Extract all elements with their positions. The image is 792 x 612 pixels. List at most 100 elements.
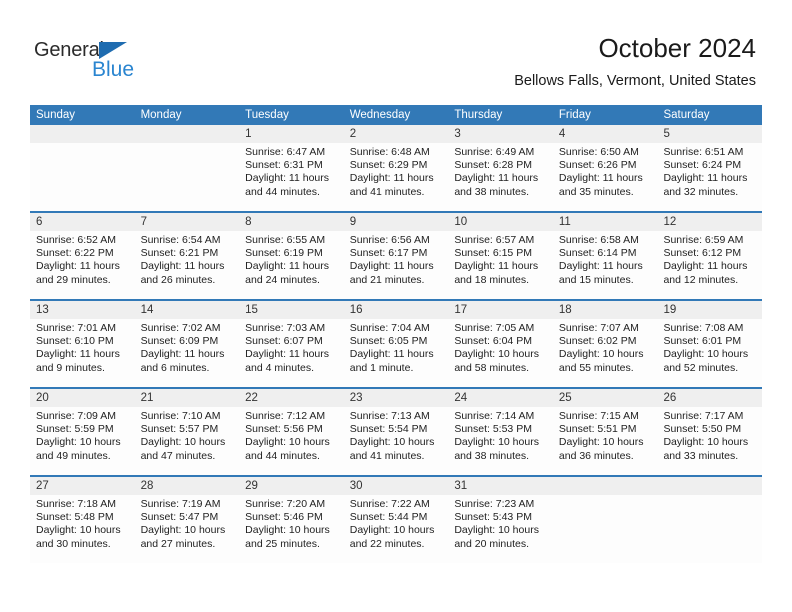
- daylight-text-line1: Daylight: 11 hours: [558, 172, 643, 185]
- day-cell[interactable]: Sunrise: 7:17 AM Sunset: 5:50 PM Daylight:…: [657, 407, 762, 475]
- sunset-text: Sunset: 6:02 PM: [558, 335, 637, 348]
- day-cell[interactable]: Sunrise: 6:59 AM Sunset: 6:12 PM Daylight:…: [657, 231, 762, 299]
- day-number[interactable]: 31: [448, 477, 553, 495]
- day-number[interactable]: 21: [135, 389, 240, 407]
- day-number[interactable]: 29: [239, 477, 344, 495]
- day-cell[interactable]: Sunrise: 7:20 AM Sunset: 5:46 PM Daylight:…: [239, 495, 344, 563]
- sunset-text: Sunset: 5:46 PM: [245, 511, 323, 524]
- daylight-text-line2: and 12 minutes.: [663, 273, 739, 286]
- sunrise-text: Sunrise: 6:50 AM: [558, 146, 639, 158]
- day-number[interactable]: 25: [553, 389, 658, 407]
- daylight-text-line1: Daylight: 10 hours: [663, 436, 749, 449]
- day-number[interactable]: 20: [30, 389, 135, 407]
- sunset-text: Sunset: 6:21 PM: [140, 247, 219, 260]
- day-number[interactable]: 15: [239, 301, 344, 319]
- daylight-text-line1: Daylight: 10 hours: [245, 436, 330, 449]
- weekday-header-sunday: Sunday: [36, 109, 76, 121]
- day-cell[interactable]: Sunrise: 6:50 AM Sunset: 6:26 PM Daylight:…: [553, 143, 658, 211]
- day-number[interactable]: 17: [448, 301, 553, 319]
- sunset-text: Sunset: 5:59 PM: [36, 423, 114, 436]
- day-cell[interactable]: Sunrise: 7:02 AM Sunset: 6:09 PM Daylight:…: [135, 319, 240, 387]
- day-number[interactable]: 7: [135, 213, 240, 231]
- daylight-text-line1: Daylight: 10 hours: [36, 524, 121, 537]
- day-cell[interactable]: Sunrise: 6:57 AM Sunset: 6:15 PM Daylight:…: [448, 231, 553, 299]
- day-cell[interactable]: Sunrise: 6:51 AM Sunset: 6:24 PM Daylight:…: [657, 143, 762, 211]
- day-number[interactable]: 12: [657, 213, 762, 231]
- day-cell[interactable]: Sunrise: 7:09 AM Sunset: 5:59 PM Daylight:…: [30, 407, 135, 475]
- day-number[interactable]: 3: [448, 125, 553, 143]
- day-number[interactable]: 27: [30, 477, 135, 495]
- day-number[interactable]: 2: [344, 125, 449, 143]
- day-cell[interactable]: Sunrise: 7:15 AM Sunset: 5:51 PM Daylight:…: [553, 407, 658, 475]
- day-number-empty: [657, 477, 762, 495]
- day-number[interactable]: 9: [344, 213, 449, 231]
- week-detail-band: Sunrise: 6:52 AM Sunset: 6:22 PM Daylight:…: [30, 231, 762, 299]
- day-cell[interactable]: Sunrise: 7:05 AM Sunset: 6:04 PM Daylight:…: [448, 319, 553, 387]
- day-cell[interactable]: Sunrise: 6:54 AM Sunset: 6:21 PM Daylight:…: [135, 231, 240, 299]
- sunset-text: Sunset: 6:07 PM: [245, 335, 323, 348]
- day-cell[interactable]: Sunrise: 6:58 AM Sunset: 6:14 PM Daylight:…: [553, 231, 658, 299]
- sunrise-text: Sunrise: 7:23 AM: [454, 498, 535, 510]
- day-cell[interactable]: Sunrise: 7:18 AM Sunset: 5:48 PM Daylight:…: [30, 495, 135, 563]
- day-number[interactable]: 22: [239, 389, 344, 407]
- daylight-text-line1: Daylight: 10 hours: [558, 436, 644, 449]
- sunset-text: Sunset: 5:51 PM: [558, 423, 637, 436]
- daylight-text-line2: and 55 minutes.: [558, 361, 634, 374]
- day-number[interactable]: 30: [344, 477, 449, 495]
- day-number[interactable]: 10: [448, 213, 553, 231]
- day-number[interactable]: 1: [239, 125, 344, 143]
- day-number[interactable]: 23: [344, 389, 449, 407]
- day-cell[interactable]: Sunrise: 7:03 AM Sunset: 6:07 PM Daylight:…: [239, 319, 344, 387]
- day-cell[interactable]: Sunrise: 6:55 AM Sunset: 6:19 PM Daylight:…: [239, 231, 344, 299]
- day-cell[interactable]: Sunrise: 7:14 AM Sunset: 5:53 PM Daylight:…: [448, 407, 553, 475]
- day-cell[interactable]: Sunrise: 6:49 AM Sunset: 6:28 PM Daylight:…: [448, 143, 553, 211]
- day-cell[interactable]: Sunrise: 7:08 AM Sunset: 6:01 PM Daylight:…: [657, 319, 762, 387]
- daylight-text-line2: and 35 minutes.: [558, 185, 634, 198]
- daylight-text-line1: Daylight: 11 hours: [454, 172, 539, 185]
- week-daynumber-band: 12345: [30, 125, 762, 143]
- day-number[interactable]: 11: [553, 213, 658, 231]
- day-cell[interactable]: Sunrise: 7:10 AM Sunset: 5:57 PM Daylight:…: [135, 407, 240, 475]
- weekday-header-thursday: Thursday: [454, 109, 503, 121]
- sunset-text: Sunset: 5:50 PM: [663, 423, 742, 436]
- day-number[interactable]: 14: [135, 301, 240, 319]
- page-title: October 2024: [598, 33, 756, 63]
- day-cell[interactable]: Sunrise: 7:22 AM Sunset: 5:44 PM Daylight:…: [344, 495, 449, 563]
- day-cell[interactable]: Sunrise: 7:19 AM Sunset: 5:47 PM Daylight:…: [135, 495, 240, 563]
- day-cell[interactable]: Sunrise: 6:47 AM Sunset: 6:31 PM Daylight:…: [239, 143, 344, 211]
- day-number[interactable]: 4: [553, 125, 658, 143]
- day-number[interactable]: 26: [657, 389, 762, 407]
- day-number[interactable]: 13: [30, 301, 135, 319]
- day-cell[interactable]: Sunrise: 7:12 AM Sunset: 5:56 PM Daylight:…: [239, 407, 344, 475]
- day-number-empty: [30, 125, 135, 143]
- sunset-text: Sunset: 6:10 PM: [36, 335, 114, 348]
- daylight-text-line1: Daylight: 10 hours: [349, 436, 435, 449]
- sunset-text: Sunset: 5:57 PM: [140, 423, 219, 436]
- day-number[interactable]: 5: [657, 125, 762, 143]
- day-cell[interactable]: Sunrise: 7:13 AM Sunset: 5:54 PM Daylight:…: [344, 407, 449, 475]
- sunrise-text: Sunrise: 7:01 AM: [36, 322, 116, 334]
- daylight-text-line1: Daylight: 11 hours: [558, 260, 643, 273]
- day-number[interactable]: 8: [239, 213, 344, 231]
- general-blue-logo[interactable]: General Blue: [34, 38, 164, 82]
- daylight-text-line1: Daylight: 11 hours: [245, 348, 330, 361]
- day-cell[interactable]: Sunrise: 6:48 AM Sunset: 6:29 PM Daylight:…: [344, 143, 449, 211]
- day-number[interactable]: 24: [448, 389, 553, 407]
- day-cell[interactable]: Sunrise: 6:52 AM Sunset: 6:22 PM Daylight:…: [30, 231, 135, 299]
- day-cell[interactable]: Sunrise: 7:23 AM Sunset: 5:43 PM Daylight:…: [448, 495, 553, 563]
- day-number[interactable]: 28: [135, 477, 240, 495]
- sunrise-text: Sunrise: 6:55 AM: [245, 234, 326, 246]
- day-cell[interactable]: Sunrise: 7:04 AM Sunset: 6:05 PM Daylight:…: [344, 319, 449, 387]
- sunset-text: Sunset: 6:15 PM: [454, 247, 532, 260]
- daylight-text-line1: Daylight: 10 hours: [454, 524, 539, 537]
- day-number[interactable]: 6: [30, 213, 135, 231]
- day-number[interactable]: 19: [657, 301, 762, 319]
- day-cell[interactable]: Sunrise: 7:07 AM Sunset: 6:02 PM Daylight:…: [553, 319, 658, 387]
- day-cell[interactable]: Sunrise: 7:01 AM Sunset: 6:10 PM Daylight:…: [30, 319, 135, 387]
- day-number[interactable]: 18: [553, 301, 658, 319]
- daylight-text-line1: Daylight: 11 hours: [140, 348, 225, 361]
- day-number[interactable]: 16: [344, 301, 449, 319]
- daylight-text-line2: and 22 minutes.: [349, 537, 425, 550]
- day-cell[interactable]: Sunrise: 6:56 AM Sunset: 6:17 PM Daylight:…: [344, 231, 449, 299]
- sunset-text: Sunset: 6:12 PM: [663, 247, 742, 260]
